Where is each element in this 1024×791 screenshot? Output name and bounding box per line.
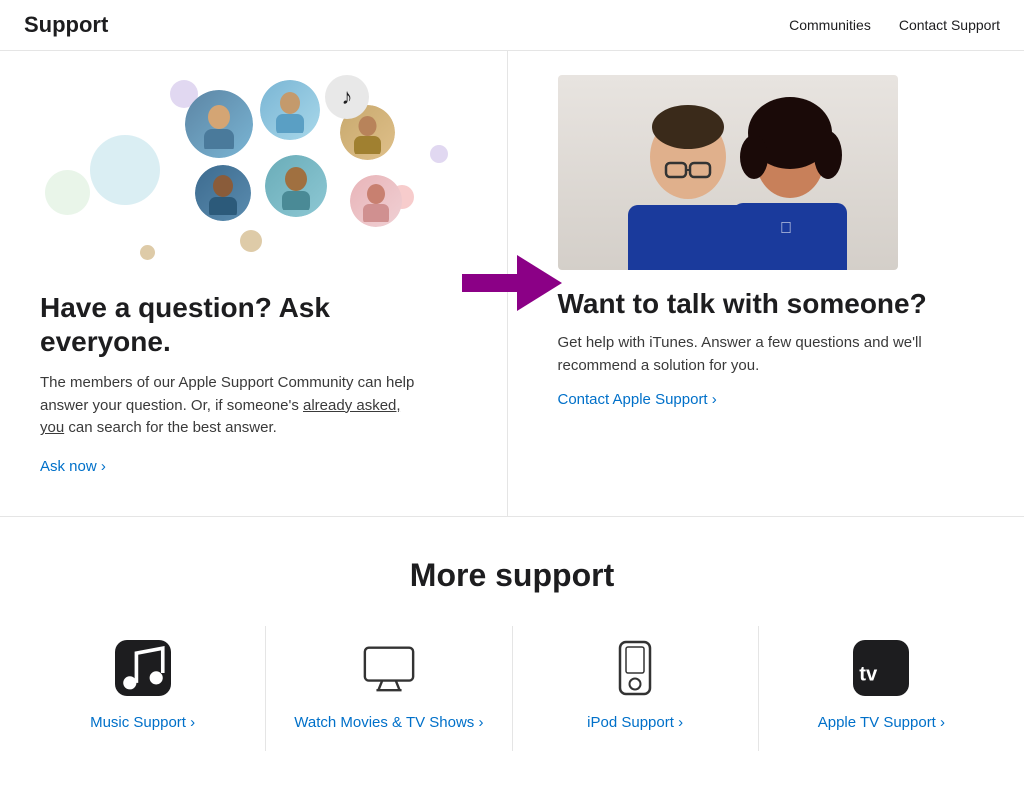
contact-support-link[interactable]: Contact Support — [899, 17, 1000, 33]
deco-circle-1 — [90, 135, 160, 205]
avatar-1 — [185, 90, 253, 158]
music-icon — [111, 636, 175, 700]
people-illustration:   — [558, 75, 898, 270]
deco-circle-2 — [45, 170, 90, 215]
avatar-2 — [260, 80, 320, 140]
header: Support Communities Contact Support — [0, 0, 1024, 51]
avatar-6 — [350, 175, 402, 227]
deco-circle-5 — [430, 145, 448, 163]
communities-heading: Have a question? Ask everyone. — [40, 291, 467, 358]
appletv-icon: tv — [849, 636, 913, 700]
contact-body: Get help with iTunes. Answer a few quest… — [558, 332, 938, 377]
site-logo: Support — [24, 12, 108, 38]
avatar-cluster: ♪ — [40, 75, 460, 275]
watch-support-item: Watch Movies & TV Shows › — [266, 626, 512, 751]
deco-circle-7 — [140, 245, 155, 260]
music-support-link[interactable]: Music Support › — [90, 714, 195, 731]
header-nav: Communities Contact Support — [789, 17, 1000, 33]
contact-apple-support-link[interactable]: Contact Apple Support › — [558, 391, 717, 408]
main-content: ♪ Have a question? Ask everyone. The mem… — [0, 51, 1024, 516]
deco-circle-4 — [240, 230, 262, 252]
communities-panel: ♪ Have a question? Ask everyone. The mem… — [0, 51, 508, 516]
support-grid: Music Support › Watch Movies & TV Shows … — [20, 626, 1004, 751]
more-support-section: More support Music Support › — [0, 516, 1024, 791]
appletv-support-link[interactable]: Apple TV Support › — [818, 714, 945, 731]
appletv-support-item: tv Apple TV Support › — [759, 626, 1004, 751]
svg-text::  — [780, 220, 792, 237]
watch-support-link[interactable]: Watch Movies & TV Shows › — [294, 714, 483, 731]
tv-icon — [357, 636, 421, 700]
avatar-3 — [195, 165, 251, 221]
more-support-heading: More support — [20, 557, 1004, 594]
contact-heading: Want to talk with someone? — [558, 288, 985, 320]
arrow-icon — [462, 255, 562, 311]
ask-now-link[interactable]: Ask now › — [40, 458, 106, 475]
communities-link[interactable]: Communities — [789, 17, 871, 33]
communities-body: The members of our Apple Support Communi… — [40, 372, 420, 440]
ipod-icon — [603, 636, 667, 700]
svg-text:tv: tv — [860, 663, 879, 685]
music-note-bubble: ♪ — [325, 75, 369, 119]
ipod-support-link[interactable]: iPod Support › — [587, 714, 683, 731]
contact-panel:   Want to talk with someone? Get help … — [508, 51, 1024, 516]
avatar-4 — [265, 155, 327, 217]
music-support-item: Music Support › — [20, 626, 266, 751]
ipod-support-item: iPod Support › — [513, 626, 759, 751]
